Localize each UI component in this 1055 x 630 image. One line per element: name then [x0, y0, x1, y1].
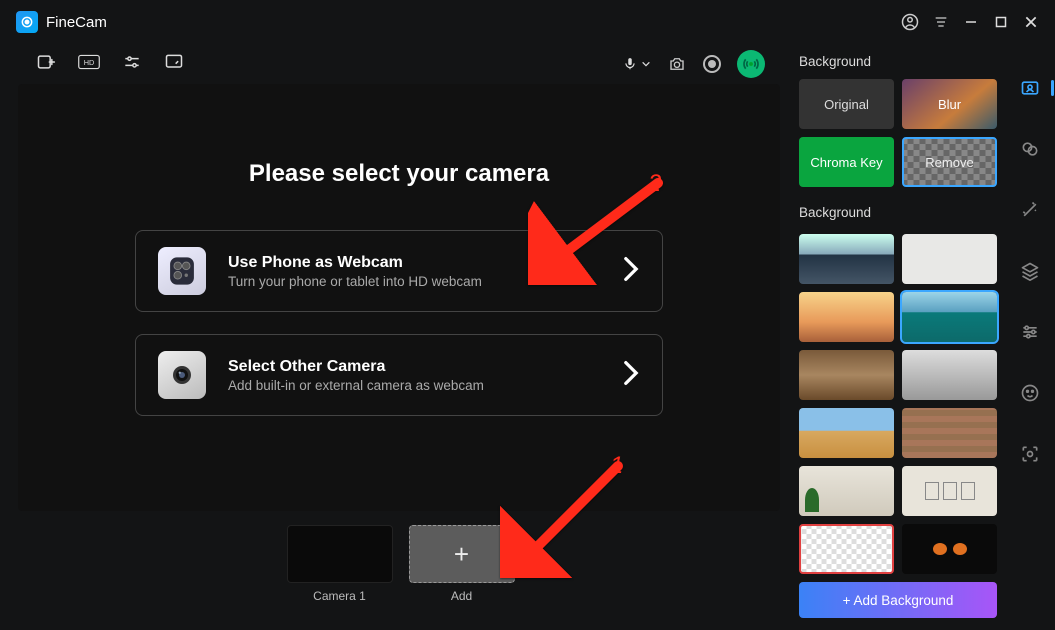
bg-thumb-mountain-lake[interactable]: [902, 292, 997, 342]
menu-icon[interactable]: [933, 14, 949, 30]
hd-icon[interactable]: HD: [78, 54, 100, 75]
minimize-button[interactable]: [963, 14, 979, 30]
chevron-right-icon: [622, 256, 640, 287]
microphone-dropdown[interactable]: [623, 55, 651, 73]
bg-mode-blur[interactable]: Blur: [902, 79, 997, 129]
bg-thumb-gym[interactable]: [902, 350, 997, 400]
toolbar: HD: [18, 44, 783, 84]
account-icon[interactable]: [901, 13, 919, 31]
bg-thumb-brick[interactable]: [902, 408, 997, 458]
snapshot-icon[interactable]: [667, 55, 687, 73]
option-title: Select Other Camera: [228, 358, 600, 376]
app-logo: [16, 11, 38, 33]
scene-label: Add: [451, 589, 472, 603]
option-subtitle: Add built-in or external camera as webca…: [228, 378, 600, 393]
panel-heading: Background: [799, 205, 997, 220]
bg-thumb-eiffel[interactable]: [799, 292, 894, 342]
option-title: Use Phone as Webcam: [228, 254, 600, 272]
use-phone-as-webcam-option[interactable]: Use Phone as Webcam Turn your phone or t…: [135, 230, 663, 312]
bg-thumb-transparent-frame[interactable]: [799, 524, 894, 574]
annotation-label-1: 1: [610, 452, 623, 480]
bg-thumb-office[interactable]: [799, 234, 894, 284]
whiteboard-icon[interactable]: [164, 52, 184, 77]
bg-thumb-frames[interactable]: [902, 466, 997, 516]
tab-effects-icon[interactable]: [1020, 200, 1040, 225]
tab-adjust-icon[interactable]: [1020, 322, 1040, 347]
scene-camera-1[interactable]: [287, 525, 393, 583]
broadcast-button[interactable]: [737, 50, 765, 78]
chevron-down-icon: [641, 59, 651, 69]
bg-mode-chroma-key[interactable]: Chroma Key: [799, 137, 894, 187]
bg-thumb-texture-white[interactable]: [902, 234, 997, 284]
phone-camera-icon: [158, 247, 206, 295]
tab-background-icon[interactable]: [1020, 78, 1040, 103]
background-panel: Background Original Blur Chroma Key Remo…: [783, 44, 1005, 630]
bg-mode-original[interactable]: Original: [799, 79, 894, 129]
scene-label: Camera 1: [313, 589, 366, 603]
bg-thumb-halloween[interactable]: [902, 524, 997, 574]
panel-heading: Background: [799, 54, 997, 69]
tab-avatar-icon[interactable]: [1020, 383, 1040, 408]
option-subtitle: Turn your phone or tablet into HD webcam: [228, 274, 600, 289]
maximize-button[interactable]: [993, 14, 1009, 30]
tab-ar-icon[interactable]: [1020, 444, 1040, 469]
settings-sliders-icon[interactable]: [122, 52, 142, 77]
preview-title: Please select your camera: [249, 160, 549, 188]
chevron-right-icon: [622, 360, 640, 391]
title-bar: FineCam: [0, 0, 1055, 44]
bg-mode-remove[interactable]: Remove: [902, 137, 997, 187]
tab-overlay-icon[interactable]: [1020, 139, 1040, 164]
add-scene-icon[interactable]: [36, 52, 56, 77]
select-other-camera-option[interactable]: Select Other Camera Add built-in or exte…: [135, 334, 663, 416]
add-scene-button[interactable]: +: [409, 525, 515, 583]
scene-tray: Camera 1 + Add: [18, 525, 783, 603]
close-button[interactable]: [1023, 14, 1039, 30]
bg-thumb-plant-room[interactable]: [799, 466, 894, 516]
webcam-icon: [158, 351, 206, 399]
tab-layers-icon[interactable]: [1020, 261, 1040, 286]
side-icon-rail: [1005, 44, 1055, 630]
svg-text:HD: HD: [84, 57, 95, 66]
record-button[interactable]: [703, 55, 721, 73]
bg-thumb-living-room[interactable]: [799, 350, 894, 400]
app-title: FineCam: [46, 14, 107, 31]
bg-thumb-desert[interactable]: [799, 408, 894, 458]
preview-area: Please select your camera Use Phone as W…: [18, 84, 780, 511]
add-background-button[interactable]: + Add Background: [799, 582, 997, 618]
annotation-label-2: 2: [648, 170, 661, 198]
